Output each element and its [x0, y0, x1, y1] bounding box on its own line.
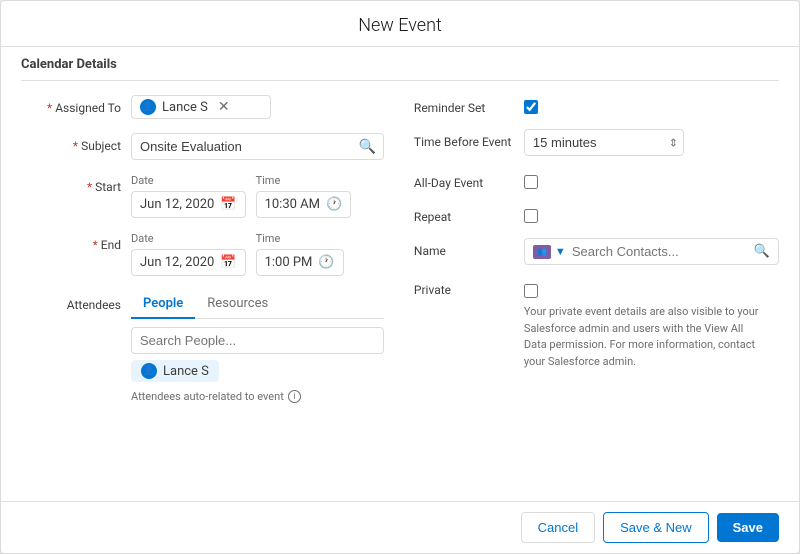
subject-input-wrap: 🔍 [131, 133, 384, 160]
start-datetime-row: Date Jun 12, 2020 📅 Time 10:30 AM [131, 174, 384, 218]
all-day-checkbox[interactable] [524, 175, 538, 189]
left-column: * Assigned To 👤 Lance S ✕ * [21, 95, 384, 417]
attendee-tag: 👤 Lance S [131, 360, 219, 382]
search-contacts-input[interactable] [572, 244, 748, 259]
assigned-user-icon: 👤 [140, 99, 156, 115]
attendees-tabs: People Resources [131, 290, 384, 319]
start-date-group: Date Jun 12, 2020 📅 [131, 174, 246, 218]
repeat-checkbox-wrap [524, 204, 779, 223]
attendees-row: Attendees People Resources [21, 290, 384, 403]
cancel-button[interactable]: Cancel [521, 512, 595, 543]
private-note: Your private event details are also visi… [524, 304, 764, 370]
modal-footer: Cancel Save & New Save [1, 501, 799, 553]
tab-people[interactable]: People [131, 290, 195, 319]
calendar-icon-start: 📅 [220, 197, 236, 212]
private-checkbox-wrap [524, 279, 779, 298]
reminder-set-checkbox[interactable] [524, 100, 538, 114]
assigned-to-control: 👤 Lance S ✕ [131, 95, 384, 119]
attendees-label: Attendees [21, 290, 131, 312]
time-before-select-wrap: 15 minutes 1 hour 1 day [524, 129, 684, 156]
time-before-select[interactable]: 15 minutes 1 hour 1 day [524, 129, 684, 156]
start-date-value: Jun 12, 2020 [140, 197, 214, 212]
end-row: * End Date Jun 12, 2020 📅 [21, 232, 384, 276]
end-label: * End [21, 232, 131, 252]
private-checkbox[interactable] [524, 284, 538, 298]
all-day-row: All-Day Event [414, 170, 779, 190]
search-icon: 🔍 [358, 139, 375, 155]
attendees-control: People Resources 👤 Lance S [131, 290, 384, 403]
subject-row: * Subject 🔍 [21, 133, 384, 160]
search-people-input[interactable] [131, 327, 384, 354]
time-before-control: 15 minutes 1 hour 1 day [524, 129, 779, 156]
contact-type-icon: 👥 [533, 245, 551, 259]
subject-label: * Subject [21, 133, 131, 153]
modal-title: New Event [1, 1, 799, 47]
end-date-group: Date Jun 12, 2020 📅 [131, 232, 246, 276]
reminder-checkbox-wrap [524, 95, 779, 114]
end-control: Date Jun 12, 2020 📅 Time 1:00 PM [131, 232, 384, 276]
clock-icon-start: 🕐 [326, 197, 342, 212]
start-time-value: 10:30 AM [265, 197, 320, 212]
repeat-control [524, 204, 779, 223]
end-date-sublabel: Date [131, 232, 246, 245]
time-before-label: Time Before Event [414, 129, 524, 149]
end-datetime-row: Date Jun 12, 2020 📅 Time 1:00 PM [131, 232, 384, 276]
reminder-set-row: Reminder Set [414, 95, 779, 115]
assigned-to-label: * Assigned To [21, 95, 131, 115]
auto-related-note: Attendees auto-related to event i [131, 390, 384, 403]
attendee-name: Lance S [163, 364, 209, 379]
repeat-checkbox[interactable] [524, 209, 538, 223]
info-icon[interactable]: i [288, 390, 301, 403]
tab-resources[interactable]: Resources [195, 290, 280, 319]
subject-control: 🔍 [131, 133, 384, 160]
all-day-label: All-Day Event [414, 170, 524, 190]
start-control: Date Jun 12, 2020 📅 Time 10:30 AM [131, 174, 384, 218]
clock-icon-end: 🕐 [318, 255, 334, 270]
modal-title-text: New Event [358, 15, 442, 36]
private-label: Private [414, 279, 524, 297]
private-row: Private Your private event details are a… [414, 279, 779, 370]
start-row: * Start Date Jun 12, 2020 📅 [21, 174, 384, 218]
name-row: Name 👥 ▼ 🔍 [414, 238, 779, 265]
chevron-down-icon: ▼ [555, 245, 566, 258]
name-search-wrap: 👥 ▼ 🔍 [524, 238, 779, 265]
assigned-to-name: Lance S [162, 100, 208, 115]
save-and-new-button[interactable]: Save & New [603, 512, 709, 543]
assigned-to-tag[interactable]: 👤 Lance S ✕ [131, 95, 271, 119]
subject-input[interactable] [131, 133, 384, 160]
start-time-input[interactable]: 10:30 AM 🕐 [256, 191, 352, 218]
end-date-input[interactable]: Jun 12, 2020 📅 [131, 249, 246, 276]
start-date-input[interactable]: Jun 12, 2020 📅 [131, 191, 246, 218]
repeat-row: Repeat [414, 204, 779, 224]
end-time-input[interactable]: 1:00 PM 🕐 [256, 249, 344, 276]
all-day-checkbox-wrap [524, 170, 779, 189]
name-label: Name [414, 238, 524, 258]
search-contacts-icon: 🔍 [754, 244, 770, 259]
repeat-label: Repeat [414, 204, 524, 224]
assigned-to-row: * Assigned To 👤 Lance S ✕ [21, 95, 384, 119]
modal-body: Calendar Details * Assigned To 👤 Lance S [1, 47, 799, 501]
name-control: 👥 ▼ 🔍 [524, 238, 779, 265]
end-time-sublabel: Time [256, 232, 344, 245]
start-label: * Start [21, 174, 131, 194]
reminder-set-label: Reminder Set [414, 95, 524, 115]
save-button[interactable]: Save [717, 513, 779, 542]
start-time-group: Time 10:30 AM 🕐 [256, 174, 352, 218]
right-column: Reminder Set Time Before Event [414, 95, 779, 417]
all-day-control [524, 170, 779, 189]
section-header-calendar: Calendar Details [21, 47, 779, 81]
time-before-row: Time Before Event 15 minutes 1 hour 1 da… [414, 129, 779, 156]
attendee-user-icon: 👤 [141, 363, 157, 379]
calendar-icon-end: 📅 [220, 255, 236, 270]
new-event-modal: New Event Calendar Details * Assigned To [0, 0, 800, 554]
private-control: Your private event details are also visi… [524, 279, 779, 370]
start-time-sublabel: Time [256, 174, 352, 187]
end-time-group: Time 1:00 PM 🕐 [256, 232, 344, 276]
reminder-set-control [524, 95, 779, 114]
remove-assigned-button[interactable]: ✕ [218, 99, 230, 115]
contact-type-button[interactable]: 👥 ▼ [533, 245, 566, 259]
start-date-sublabel: Date [131, 174, 246, 187]
end-time-value: 1:00 PM [265, 255, 313, 270]
end-date-value: Jun 12, 2020 [140, 255, 214, 270]
